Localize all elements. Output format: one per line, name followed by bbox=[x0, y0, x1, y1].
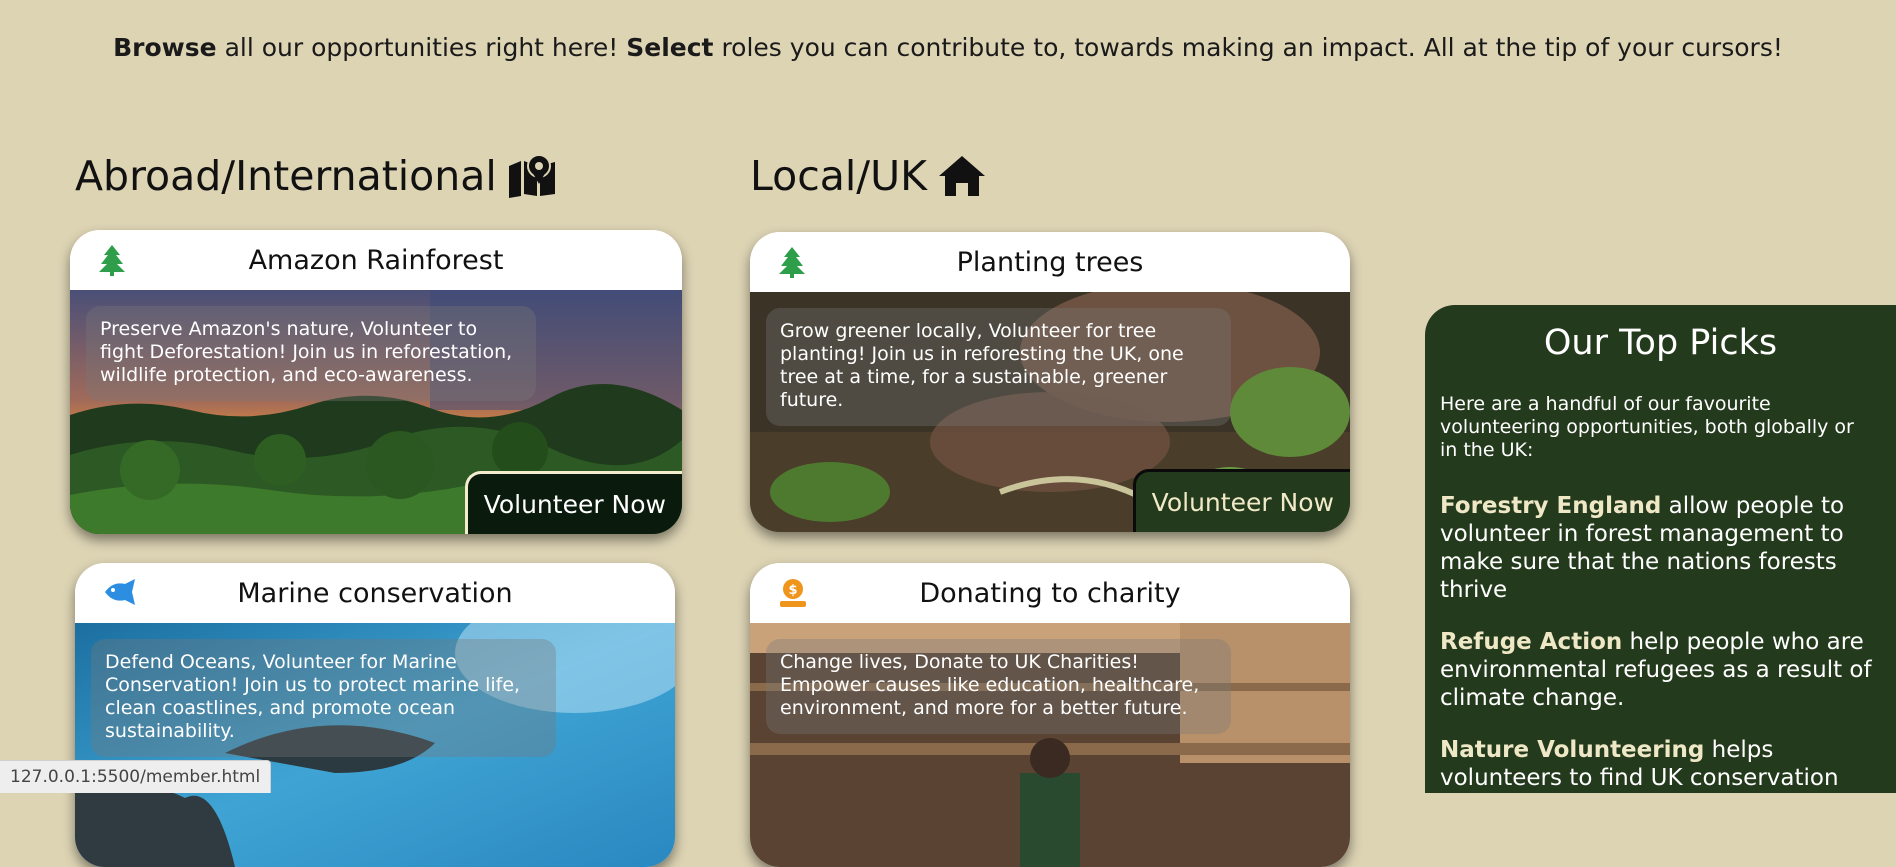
intro-part-2: roles you can contribute to, towards mak… bbox=[713, 33, 1783, 62]
card-image: Grow greener locally, Volunteer for tree… bbox=[750, 292, 1350, 532]
card-title: Donating to charity bbox=[919, 577, 1181, 609]
intro-browse: Browse bbox=[113, 33, 217, 62]
donation-icon: $ bbox=[780, 579, 806, 607]
card-title: Planting trees bbox=[956, 246, 1144, 278]
local-heading: Local/UK bbox=[750, 152, 987, 200]
card-description: Change lives, Donate to UK Charities! Em… bbox=[766, 639, 1231, 734]
volunteer-now-button[interactable]: Volunteer Now bbox=[1132, 469, 1350, 532]
intro-part-1: all our opportunities right here! bbox=[216, 33, 627, 62]
volunteer-now-button[interactable]: Volunteer Now bbox=[464, 471, 682, 534]
status-bar-url: 127.0.0.1:5500/member.html bbox=[0, 760, 272, 793]
top-pick-item: Forestry England allow people to volunte… bbox=[1440, 492, 1876, 604]
fish-icon bbox=[105, 579, 135, 605]
card-image: Defend Oceans, Volunteer for Marine Cons… bbox=[75, 623, 675, 867]
card-amazon-rainforest: Amazon Rainforest Preserve Amazon's natu… bbox=[70, 230, 682, 534]
top-picks-intro: Here are a handful of our favourite volu… bbox=[1440, 393, 1854, 461]
card-image: Preserve Amazon's nature, Volunteer to f… bbox=[70, 290, 682, 534]
card-title: Amazon Rainforest bbox=[248, 244, 504, 276]
tree-icon bbox=[779, 247, 805, 278]
card-description: Preserve Amazon's nature, Volunteer to f… bbox=[86, 306, 536, 401]
abroad-heading: Abroad/International bbox=[75, 152, 557, 200]
card-header: Amazon Rainforest bbox=[70, 230, 682, 290]
top-pick-item: Nature Volunteering helps volunteers to … bbox=[1440, 736, 1876, 793]
top-pick-name: Forestry England bbox=[1440, 493, 1662, 519]
svg-text:$: $ bbox=[788, 583, 797, 598]
card-donating-to-charity: $ Donating to charity Change lives, Dona… bbox=[750, 563, 1350, 867]
abroad-heading-text: Abroad/International bbox=[75, 152, 497, 200]
top-picks-title: Our Top Picks bbox=[1543, 323, 1778, 363]
card-header: Marine conservation bbox=[75, 563, 675, 623]
intro-select: Select bbox=[626, 33, 714, 62]
top-picks-panel: Our Top Picks Here are a handful of our … bbox=[1425, 305, 1896, 793]
card-title: Marine conservation bbox=[237, 577, 513, 609]
card-header: $ Donating to charity bbox=[750, 563, 1350, 623]
card-planting-trees: Planting trees Grow greener locally, Vol… bbox=[750, 232, 1350, 532]
card-description: Defend Oceans, Volunteer for Marine Cons… bbox=[91, 639, 556, 757]
house-icon bbox=[938, 156, 985, 196]
card-image: Change lives, Donate to UK Charities! Em… bbox=[750, 623, 1350, 867]
card-header: Planting trees bbox=[750, 232, 1350, 292]
top-pick-name: Refuge Action bbox=[1440, 629, 1623, 655]
intro-text: Browse all our opportunities right here!… bbox=[0, 33, 1896, 62]
local-heading-text: Local/UK bbox=[750, 152, 927, 200]
top-pick-name: Nature Volunteering bbox=[1440, 737, 1705, 763]
top-pick-item: Refuge Action help people who are enviro… bbox=[1440, 628, 1876, 712]
tree-icon bbox=[99, 245, 125, 276]
card-description: Grow greener locally, Volunteer for tree… bbox=[766, 308, 1231, 426]
map-location-icon bbox=[508, 154, 555, 198]
card-marine-conservation: Marine conservation Defend Oceans, Volun… bbox=[75, 563, 675, 867]
